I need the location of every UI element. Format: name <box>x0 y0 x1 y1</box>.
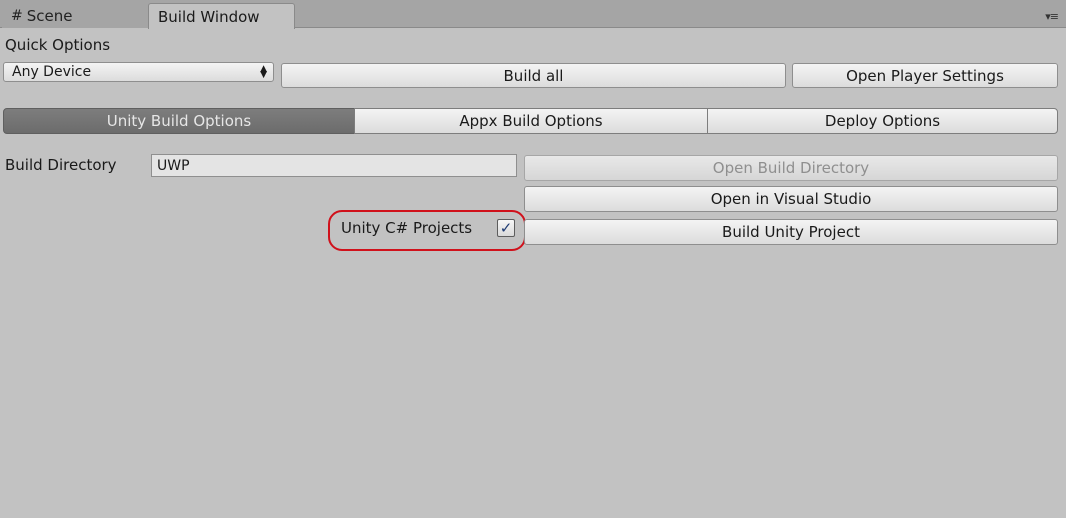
build-directory-field[interactable]: UWP <box>151 154 517 177</box>
tab-unity-build-options[interactable]: Unity Build Options <box>3 108 355 134</box>
build-directory-label: Build Directory <box>5 156 117 174</box>
tab-appx-build-options[interactable]: Appx Build Options <box>354 108 708 134</box>
highlight-annotation <box>328 210 526 251</box>
tab-build-window-label: Build Window <box>158 7 260 26</box>
tab-deploy-options[interactable]: Deploy Options <box>707 108 1058 134</box>
tab-scene-label: Scene <box>26 6 73 25</box>
device-dropdown-value: Any Device <box>12 64 92 80</box>
grid-icon: # <box>11 7 23 24</box>
window-menu-icon[interactable]: ▾≡ <box>1045 10 1059 23</box>
tab-scene[interactable]: # Scene <box>2 3 148 28</box>
quick-options-title: Quick Options <box>5 36 111 54</box>
device-dropdown[interactable]: Any Device ▲ ▼ <box>3 62 274 82</box>
tab-build-window[interactable]: Build Window <box>148 3 295 29</box>
open-build-directory-button[interactable]: Open Build Directory <box>524 155 1058 181</box>
build-all-button[interactable]: Build all <box>281 63 786 88</box>
open-player-settings-button[interactable]: Open Player Settings <box>792 63 1058 88</box>
build-unity-project-button[interactable]: Build Unity Project <box>524 219 1058 245</box>
open-in-visual-studio-button[interactable]: Open in Visual Studio <box>524 186 1058 212</box>
updown-arrows-icon: ▲ ▼ <box>260 64 267 80</box>
